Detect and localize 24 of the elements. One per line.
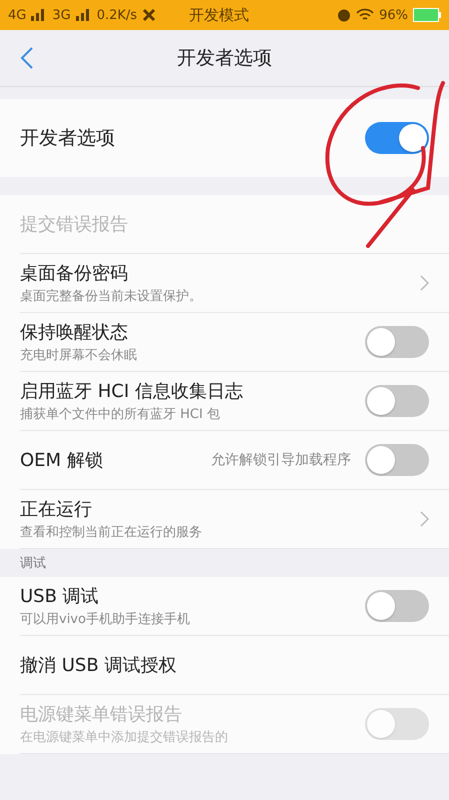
network-label: 4G bbox=[8, 8, 26, 22]
speed-label: 0.2K/s bbox=[96, 8, 138, 22]
setting-title: 正在运行 bbox=[20, 498, 93, 521]
setting-description: 在电源键菜单中添加提交错误报告的 bbox=[20, 729, 229, 746]
battery-label: 96% bbox=[379, 8, 408, 22]
mode-label: 开发模式 bbox=[189, 6, 250, 24]
setting-label: 开发者选项 bbox=[20, 126, 116, 151]
section-header: 调试 bbox=[0, 549, 449, 577]
setting-title: 保持唤醒状态 bbox=[20, 321, 129, 344]
setting-title: 电源键菜单错误报告 bbox=[20, 703, 183, 726]
setting-description: 可以用vivo手机助手连接手机 bbox=[20, 611, 191, 628]
page-title: 开发者选项 bbox=[177, 46, 272, 71]
setting-title: 启用蓝牙 HCI 信息收集日志 bbox=[20, 380, 244, 403]
setting-title: 提交错误报告 bbox=[20, 213, 129, 236]
setting-description: 查看和控制当前正在运行的服务 bbox=[20, 524, 203, 541]
setting-description: 允许解锁引导加载程序 bbox=[211, 451, 351, 469]
setting-description: 充电时屏幕不会休眠 bbox=[20, 347, 138, 364]
setting-title: USB 调试 bbox=[20, 585, 100, 608]
setting-title: 撤消 USB 调试授权 bbox=[20, 654, 178, 677]
setting-title: OEM 解锁 bbox=[20, 449, 104, 472]
network-label: 3G bbox=[52, 8, 71, 22]
setting-description: 捕获单个文件中的所有蓝牙 HCI 包 bbox=[20, 406, 221, 423]
setting-title: 桌面备份密码 bbox=[20, 262, 129, 285]
setting-description: 桌面完整备份当前未设置保护。 bbox=[20, 288, 203, 305]
